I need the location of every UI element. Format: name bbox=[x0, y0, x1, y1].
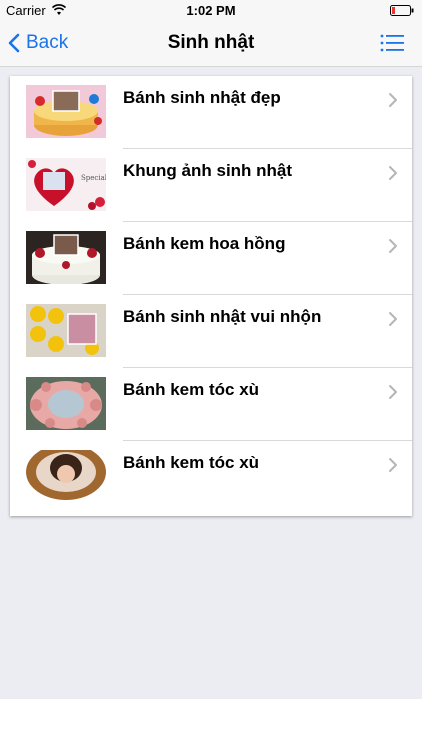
flower-cake-thumb bbox=[26, 377, 106, 430]
back-label: Back bbox=[26, 32, 69, 53]
chevron-right-icon bbox=[389, 385, 397, 399]
content-area: Bánh sinh nhật đẹp Special Khung ảnh sin… bbox=[0, 67, 422, 699]
item-title: Bánh kem tóc xù bbox=[123, 453, 260, 472]
category-list: Bánh sinh nhật đẹp Special Khung ảnh sin… bbox=[10, 76, 412, 516]
chevron-left-icon bbox=[8, 33, 20, 53]
chevron-right-icon bbox=[389, 458, 397, 472]
chevron-right-icon bbox=[389, 239, 397, 253]
battery-icon bbox=[390, 5, 414, 16]
svg-text:Special: Special bbox=[81, 174, 106, 182]
list-icon[interactable] bbox=[380, 33, 404, 53]
bottom-area bbox=[0, 699, 422, 750]
navigation-bar: Back Sinh nhật bbox=[0, 20, 422, 67]
heart-frame-thumb: Special bbox=[26, 158, 106, 211]
chevron-right-icon bbox=[389, 166, 397, 180]
list-item[interactable]: Special Khung ảnh sinh nhật bbox=[10, 149, 412, 222]
list-item[interactable]: Bánh kem tóc xù bbox=[10, 441, 412, 514]
item-title: Khung ảnh sinh nhật bbox=[123, 161, 293, 180]
list-item[interactable]: Bánh kem tóc xù bbox=[10, 368, 412, 441]
list-item[interactable]: Bánh kem hoa hồng bbox=[10, 222, 412, 295]
chevron-right-icon bbox=[389, 312, 397, 326]
rose-cake-thumb bbox=[26, 231, 106, 284]
item-title: Bánh kem tóc xù bbox=[123, 380, 260, 399]
item-title: Bánh sinh nhật đẹp bbox=[123, 88, 281, 107]
item-title: Bánh kem hoa hồng bbox=[123, 234, 286, 253]
status-bar: Carrier 1:02 PM bbox=[0, 0, 422, 20]
photo-cake-thumb bbox=[26, 450, 106, 503]
smiley-cake-thumb bbox=[26, 304, 106, 357]
item-title: Bánh sinh nhật vui nhộn bbox=[123, 307, 322, 326]
list-item[interactable]: Bánh sinh nhật đẹp bbox=[10, 76, 412, 149]
list-item[interactable]: Bánh sinh nhật vui nhộn bbox=[10, 295, 412, 368]
chevron-right-icon bbox=[389, 93, 397, 107]
status-time: 1:02 PM bbox=[186, 3, 236, 18]
cake-thumb bbox=[26, 85, 106, 138]
back-button[interactable]: Back bbox=[6, 20, 68, 66]
